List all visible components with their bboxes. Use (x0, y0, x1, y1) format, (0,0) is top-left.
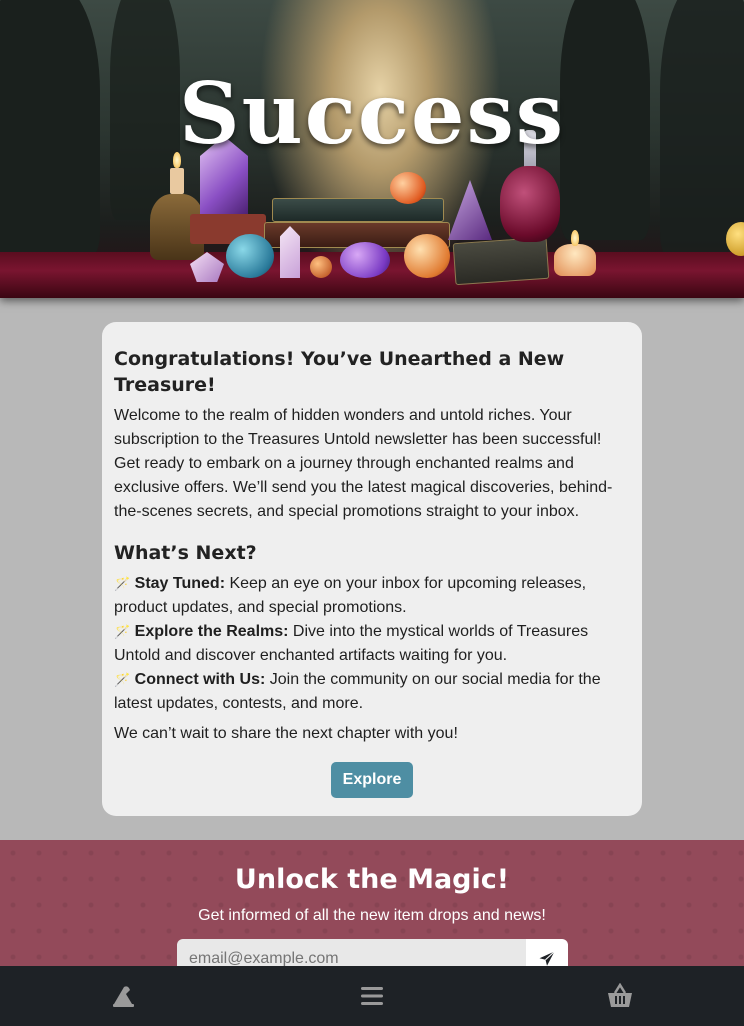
hero-title: Success (178, 64, 566, 163)
newsletter-title: Unlock the Magic! (234, 864, 510, 895)
potion-bottle (500, 166, 560, 242)
card-intro: Welcome to the realm of hidden wonders a… (114, 407, 613, 520)
candle (554, 244, 596, 276)
success-card: Congratulations! You’ve Unearthed a New … (102, 322, 642, 816)
newsletter-subtitle: Get informed of all the new item drops a… (198, 907, 546, 924)
closing-text: We can’t wait to share the next chapter … (114, 725, 458, 742)
menu-icon (361, 987, 383, 1005)
quartz-crystal (280, 226, 300, 278)
next-list: 🪄 Stay Tuned: Keep an eye on your inbox … (114, 572, 630, 716)
book (452, 236, 550, 286)
list-item: 🪄 Explore the Realms: Dive into the myst… (114, 620, 630, 668)
pyramid-crystal (448, 180, 492, 240)
fire-gem (390, 172, 426, 204)
wizard-hat-icon (113, 986, 134, 1007)
bottom-nav (0, 966, 744, 1026)
magic-wand-icon: 🪄 (114, 576, 131, 591)
nav-item-cart[interactable] (590, 966, 650, 1026)
purple-gem (340, 242, 390, 278)
hero-banner: Success (0, 0, 744, 298)
small-orb (310, 256, 332, 278)
list-item-label: Connect with Us: (134, 671, 266, 688)
magic-wand-icon: 🪄 (114, 624, 131, 639)
list-item-label: Stay Tuned: (134, 575, 226, 592)
list-item-label: Explore the Realms: (134, 623, 289, 640)
newsletter-section: Unlock the Magic! Get informed of all th… (0, 840, 744, 979)
list-item: 🪄 Stay Tuned: Keep an eye on your inbox … (114, 572, 630, 620)
next-heading: What’s Next? (114, 542, 257, 564)
candle (170, 168, 184, 194)
explore-wrap: Explore (114, 762, 630, 798)
magic-wand-icon: 🪄 (114, 672, 131, 687)
explore-button[interactable]: Explore (330, 762, 414, 798)
book (272, 198, 444, 222)
candle-flame (571, 230, 579, 246)
nav-item-menu[interactable] (342, 966, 402, 1026)
list-item: 🪄 Connect with Us: Join the community on… (114, 668, 630, 716)
basket-icon (608, 983, 632, 1007)
nav-item-home[interactable] (94, 966, 154, 1026)
card-heading: Congratulations! You’ve Unearthed a New … (114, 348, 565, 396)
amber-orb (404, 234, 450, 278)
blue-gem (226, 234, 274, 278)
